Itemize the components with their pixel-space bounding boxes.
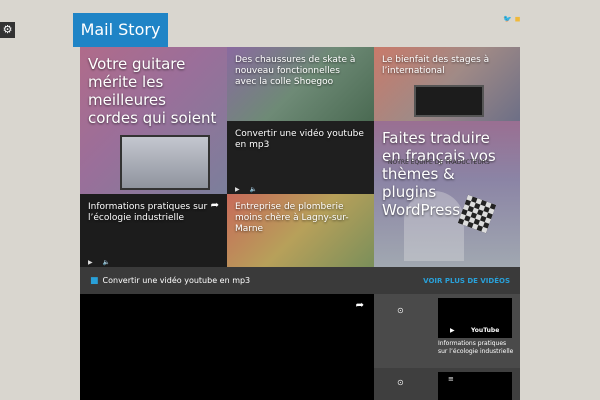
play-icon: ▶ [450, 327, 455, 334]
post-tile-plomberie[interactable]: Entreprise de plomberie moins chère à La… [227, 194, 374, 267]
video-tile-ecologie[interactable]: Informations pratiques sur l’écologie in… [80, 194, 227, 267]
site-logo[interactable]: Mail Story [73, 13, 168, 47]
playlist-item[interactable]: ⊙ ≡ [374, 368, 520, 400]
post-tile-traduction[interactable]: Faites traduire en français vos thèmes &… [374, 121, 520, 267]
share-icon[interactable]: ➦ [211, 200, 219, 211]
laptop-image [414, 85, 484, 117]
rss-icon[interactable]: ◼ [515, 15, 521, 23]
share-icon[interactable]: ➦ [356, 300, 364, 311]
video-tile-youtube-mp3[interactable]: Convertir une vidéo youtube en mp3 ▶ 🔈 [227, 121, 374, 194]
laptop-screen-image [120, 135, 210, 190]
playlist-item-title[interactable]: Informations pratiques sur l’écologie in… [438, 340, 516, 356]
post-title[interactable]: Informations pratiques sur l’écologie in… [88, 202, 217, 224]
settings-gear-button[interactable]: ⚙ [0, 22, 15, 38]
see-more-videos-link[interactable]: VOIR PLUS DE VIDÉOS [423, 277, 510, 285]
play-circle-icon: ⊙ [397, 378, 404, 387]
play-icon[interactable]: ▶ [88, 259, 93, 266]
playlist-icon: ≡ [448, 375, 454, 383]
player-controls: ▶ 🔈 [227, 184, 374, 194]
post-title[interactable]: Faites traduire en français vos thèmes &… [382, 129, 510, 219]
video-thumbnail[interactable]: ▶ YouTube [438, 298, 512, 338]
post-tile-stages[interactable]: Le bienfait des stages à l’international [374, 47, 520, 121]
main-video-player[interactable]: ➦ [80, 294, 374, 400]
post-tile-guitar[interactable]: Votre guitare mérite les meilleures cord… [80, 47, 227, 194]
post-tile-skate[interactable]: Des chaussures de skate à nouveau foncti… [227, 47, 374, 121]
current-video-title: Convertir une vidéo youtube en mp3 [102, 276, 251, 285]
twitter-icon[interactable]: 🐦 [503, 15, 512, 23]
video-camera-icon: ■ [90, 275, 99, 286]
post-title[interactable]: Des chaussures de skate à nouveau foncti… [235, 55, 364, 88]
playlist-item[interactable]: ⊙ ▶ YouTube Informations pratiques sur l… [374, 294, 520, 366]
video-thumbnail[interactable]: ≡ [438, 372, 512, 400]
play-circle-icon: ⊙ [397, 306, 404, 315]
overlay-text: NOTRE ÉQUIPE DE TRADUCTEURS [388, 159, 490, 166]
video-section-header: ■ Convertir une vidéo youtube en mp3 VOI… [80, 267, 520, 294]
post-title[interactable]: Votre guitare mérite les meilleures cord… [88, 55, 217, 127]
gear-icon: ⚙ [2, 23, 13, 36]
volume-icon[interactable]: 🔈 [103, 259, 110, 266]
volume-icon[interactable]: 🔈 [250, 186, 257, 193]
post-title[interactable]: Le bienfait des stages à l’international [382, 55, 510, 77]
post-title[interactable]: Convertir une vidéo youtube en mp3 [235, 129, 364, 151]
player-controls: ▶ 🔈 [80, 257, 227, 267]
youtube-logo: YouTube [471, 327, 500, 334]
video-playlist: ⊙ ▶ YouTube Informations pratiques sur l… [374, 294, 520, 400]
play-icon[interactable]: ▶ [235, 186, 240, 193]
post-title[interactable]: Entreprise de plomberie moins chère à La… [235, 202, 364, 235]
social-links: 🐦 ◼ [503, 15, 521, 23]
